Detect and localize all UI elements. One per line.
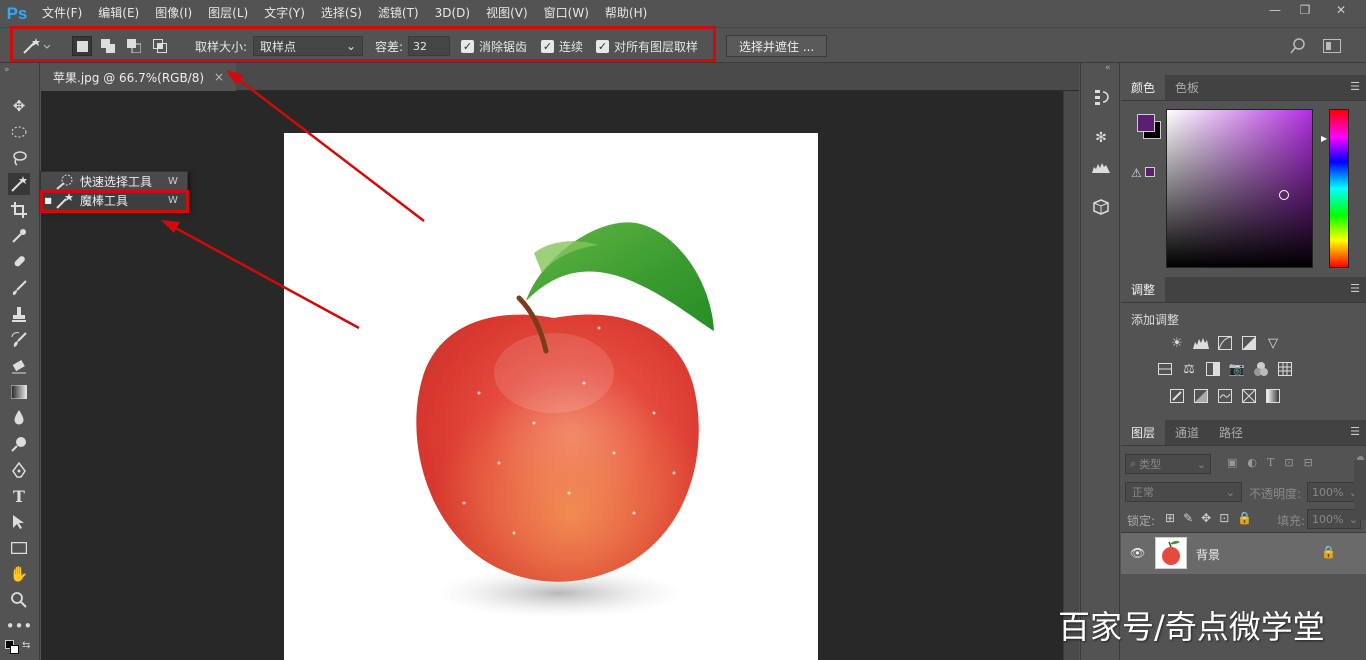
panel-menu-icon[interactable]: ☰ — [1350, 426, 1360, 437]
chevron-down-icon: ⌄ — [1196, 457, 1206, 471]
fill-input[interactable]: 100%⌄ — [1307, 509, 1361, 529]
blend-mode-value: 正常 — [1132, 486, 1154, 499]
layer-filter-icons: ▣ ◐ T ⊡ ⊟ — [1227, 456, 1313, 469]
lock-artboard-icon[interactable]: ⊡ — [1219, 511, 1229, 525]
layer-filter-select[interactable]: ⌕ 类型 ⌄ — [1125, 454, 1211, 474]
tab-layers[interactable]: 图层 — [1121, 419, 1166, 445]
panel-menu-icon[interactable]: ☰ — [1350, 283, 1360, 294]
hue-slider[interactable] — [1329, 109, 1349, 268]
tab-channels[interactable]: 通道 — [1165, 419, 1209, 445]
lock-options: ⊞ ✎ ✥ ⊡ 🔒 — [1165, 511, 1252, 525]
layer-row-background[interactable]: 👁 背景 🔒 — [1121, 532, 1366, 574]
gamut-swatch[interactable] — [1145, 167, 1155, 177]
lock-all-icon[interactable]: 🔒 — [1237, 511, 1252, 525]
brush-settings-icon[interactable]: ✻ — [1090, 127, 1112, 149]
vibrance-icon[interactable]: ▽ — [1264, 334, 1282, 352]
layer-filter-placeholder: 类型 — [1139, 458, 1162, 471]
color-panel: 颜色 色板 ☰ ⚠ ▶ — [1121, 74, 1366, 272]
blend-mode-select[interactable]: 正常 ⌄ — [1125, 482, 1242, 502]
adjustment-filter-icon[interactable]: ◐ — [1247, 456, 1257, 469]
color-picker-cursor[interactable] — [1279, 190, 1289, 200]
foreground-color-swatch[interactable] — [1137, 114, 1155, 132]
histogram-panel-icon[interactable] — [1090, 156, 1112, 178]
smart-object-filter-icon[interactable]: ⊟ — [1304, 456, 1313, 469]
panel-icon-dock: « ✻ — [1080, 63, 1120, 660]
adjustments-panel-tabs: 调整 ☰ — [1121, 276, 1366, 303]
tab-swatches[interactable]: 色板 — [1165, 74, 1209, 100]
channel-mixer-icon[interactable] — [1252, 360, 1270, 378]
photo-filter-icon[interactable]: 📷 — [1228, 360, 1246, 378]
chevron-down-icon: ⌄ — [1225, 485, 1235, 499]
3d-panel-icon[interactable] — [1090, 196, 1112, 218]
shape-filter-icon[interactable]: ⊡ — [1284, 456, 1293, 469]
color-panel-tabs: 颜色 色板 ☰ — [1121, 74, 1366, 101]
layers-panel-tabs: 图层 通道 路径 ☰ — [1121, 419, 1366, 446]
lock-pixels-icon[interactable]: ✎ — [1183, 511, 1193, 525]
history-panel-icon[interactable] — [1090, 86, 1112, 108]
opacity-label: 不透明度: — [1249, 487, 1302, 501]
gamut-warning-icon[interactable]: ⚠ — [1131, 166, 1142, 180]
collapse-dock-icon[interactable]: « — [1105, 63, 1111, 73]
color-balance-icon[interactable]: ⚖ — [1180, 360, 1198, 378]
type-filter-icon[interactable]: T — [1267, 456, 1274, 469]
visibility-eye-icon[interactable]: 👁 — [1130, 546, 1145, 560]
lock-label: 锁定: — [1127, 514, 1156, 528]
adjustments-panel: 调整 ☰ 添加调整 ☀ ▽ ⚖ 📷 — [1121, 276, 1366, 413]
layers-scrollbar[interactable] — [1354, 460, 1366, 520]
black-white-icon[interactable] — [1204, 360, 1222, 378]
arrowhead-tool — [161, 220, 180, 233]
invert-icon[interactable] — [1168, 387, 1186, 405]
panel-menu-icon[interactable]: ☰ — [1350, 81, 1360, 92]
tab-color[interactable]: 颜色 — [1121, 74, 1166, 100]
tab-adjustments[interactable]: 调整 — [1121, 276, 1166, 302]
hue-slider-handle-icon[interactable]: ▶ — [1321, 134, 1327, 143]
gradient-map-icon[interactable] — [1264, 387, 1282, 405]
layer-thumbnail — [1155, 537, 1187, 569]
watermark-text: 百家号/奇点微学堂 — [1058, 608, 1325, 646]
layer-name: 背景 — [1196, 548, 1221, 562]
opacity-input[interactable]: 100%⌄ — [1307, 482, 1361, 502]
posterize-icon[interactable] — [1192, 387, 1210, 405]
layer-lock-icon: 🔒 — [1321, 545, 1336, 559]
selective-color-icon[interactable] — [1240, 387, 1258, 405]
exposure-icon[interactable] — [1240, 334, 1258, 352]
color-lookup-icon[interactable] — [1276, 360, 1294, 378]
threshold-icon[interactable] — [1216, 387, 1234, 405]
color-field[interactable] — [1166, 109, 1313, 268]
fill-label: 填充: — [1277, 514, 1306, 528]
hue-saturation-icon[interactable] — [1156, 360, 1174, 378]
levels-icon[interactable] — [1192, 334, 1210, 352]
curves-icon[interactable] — [1216, 334, 1234, 352]
fill-value: 100% — [1312, 512, 1344, 526]
search-icon: ⌕ — [1130, 457, 1137, 470]
opacity-value: 100% — [1312, 485, 1344, 499]
lock-transparent-icon[interactable]: ⊞ — [1165, 511, 1175, 525]
tab-paths[interactable]: 路径 — [1209, 419, 1253, 445]
arrow-to-tool — [169, 223, 360, 330]
pixel-filter-icon[interactable]: ▣ — [1227, 456, 1237, 469]
brightness-contrast-icon[interactable]: ☀ — [1168, 334, 1186, 352]
arrow-to-options — [233, 75, 425, 222]
lock-position-icon[interactable]: ✥ — [1201, 511, 1211, 525]
add-adjustment-title: 添加调整 — [1131, 313, 1180, 327]
